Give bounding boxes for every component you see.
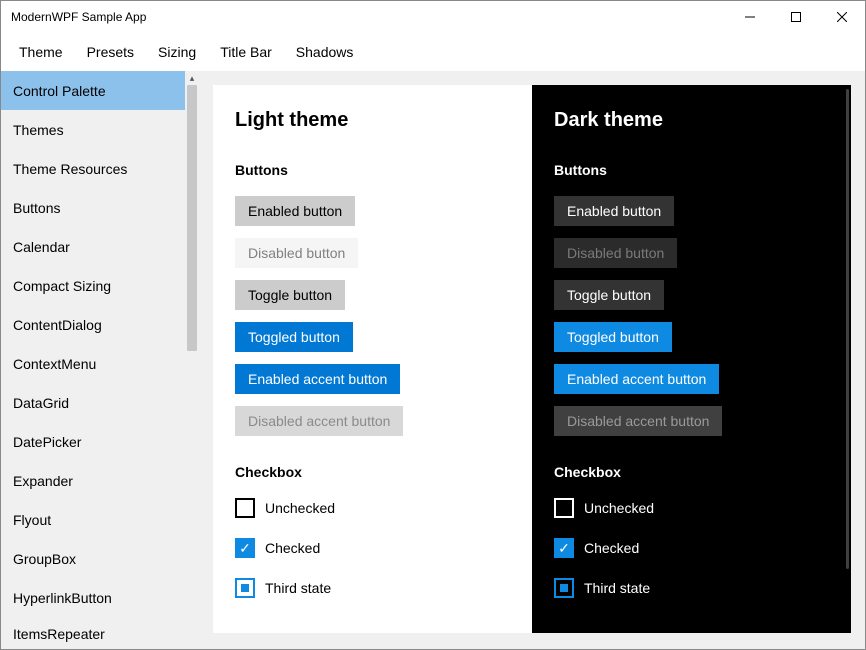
- sidebar-item-datagrid[interactable]: DataGrid: [1, 383, 185, 422]
- sidebar-item-themes[interactable]: Themes: [1, 110, 185, 149]
- menu-titlebar[interactable]: Title Bar: [208, 38, 284, 66]
- indeterminate-icon: [560, 584, 568, 592]
- titlebar[interactable]: ModernWPF Sample App: [1, 1, 865, 32]
- scroll-up-icon[interactable]: ▴: [185, 71, 199, 85]
- content-scrollbar[interactable]: [846, 89, 849, 569]
- dark-title: Dark theme: [554, 109, 831, 132]
- sidebar-item-buttons[interactable]: Buttons: [1, 188, 185, 227]
- sidebar-wrap: Control Palette Themes Theme Resources B…: [1, 71, 199, 649]
- sidebar-item-control-palette[interactable]: Control Palette: [1, 71, 185, 110]
- checkbox-label: Third state: [584, 580, 650, 596]
- content-card: Light theme Buttons Enabled button Disab…: [213, 85, 851, 633]
- checkbox-box-icon: [554, 578, 574, 598]
- checkbox-box-icon: [554, 498, 574, 518]
- dark-disabled-accent-button: Disabled accent button: [554, 406, 722, 436]
- menubar: Theme Presets Sizing Title Bar Shadows: [1, 32, 865, 71]
- menu-theme[interactable]: Theme: [7, 38, 75, 66]
- sidebar-item-contextmenu[interactable]: ContextMenu: [1, 344, 185, 383]
- light-disabled-button: Disabled button: [235, 238, 358, 268]
- menu-sizing[interactable]: Sizing: [146, 38, 208, 66]
- dark-buttons-heading: Buttons: [554, 162, 831, 178]
- sidebar-scrollbar[interactable]: ▴: [185, 71, 199, 649]
- check-icon: ✓: [558, 541, 570, 555]
- dark-theme-column: Dark theme Buttons Enabled button Disabl…: [532, 85, 851, 633]
- sidebar-item-flyout[interactable]: Flyout: [1, 500, 185, 539]
- sidebar-scroll: Control Palette Themes Theme Resources B…: [1, 71, 185, 647]
- dark-checkbox-stack: Unchecked ✓ Checked Third state: [554, 498, 831, 598]
- dark-disabled-button: Disabled button: [554, 238, 677, 268]
- light-title: Light theme: [235, 109, 512, 132]
- scroll-thumb[interactable]: [187, 85, 197, 351]
- light-disabled-accent-button: Disabled accent button: [235, 406, 403, 436]
- dark-enabled-button[interactable]: Enabled button: [554, 196, 674, 226]
- light-checkbox-checked[interactable]: ✓ Checked: [235, 538, 512, 558]
- dark-checkbox-heading: Checkbox: [554, 464, 831, 480]
- body: Control Palette Themes Theme Resources B…: [1, 71, 865, 649]
- light-checkbox-stack: Unchecked ✓ Checked Third state: [235, 498, 512, 598]
- sidebar-item-itemsrepeater[interactable]: ItemsRepeater: [1, 617, 185, 647]
- checkbox-box-icon: ✓: [554, 538, 574, 558]
- sidebar[interactable]: Control Palette Themes Theme Resources B…: [1, 71, 185, 649]
- sidebar-item-expander[interactable]: Expander: [1, 461, 185, 500]
- sidebar-item-datepicker[interactable]: DatePicker: [1, 422, 185, 461]
- checkbox-label: Checked: [265, 540, 320, 556]
- light-toggled-button[interactable]: Toggled button: [235, 322, 353, 352]
- dark-checkbox-thirdstate[interactable]: Third state: [554, 578, 831, 598]
- light-buttons-stack: Enabled button Disabled button Toggle bu…: [235, 196, 512, 436]
- checkbox-box-icon: [235, 578, 255, 598]
- maximize-button[interactable]: [773, 1, 819, 32]
- checkbox-box-icon: [235, 498, 255, 518]
- sidebar-item-groupbox[interactable]: GroupBox: [1, 539, 185, 578]
- dark-buttons-stack: Enabled button Disabled button Toggle bu…: [554, 196, 831, 436]
- dark-checkbox-unchecked[interactable]: Unchecked: [554, 498, 831, 518]
- light-enabled-accent-button[interactable]: Enabled accent button: [235, 364, 400, 394]
- close-button[interactable]: [819, 1, 865, 32]
- window-title: ModernWPF Sample App: [11, 10, 146, 24]
- light-toggle-button[interactable]: Toggle button: [235, 280, 345, 310]
- sidebar-item-compact-sizing[interactable]: Compact Sizing: [1, 266, 185, 305]
- dark-enabled-accent-button[interactable]: Enabled accent button: [554, 364, 719, 394]
- sidebar-item-hyperlinkbutton[interactable]: HyperlinkButton: [1, 578, 185, 617]
- maximize-icon: [791, 12, 801, 22]
- dark-toggle-button[interactable]: Toggle button: [554, 280, 664, 310]
- caption-buttons: [727, 1, 865, 32]
- light-checkbox-heading: Checkbox: [235, 464, 512, 480]
- menu-shadows[interactable]: Shadows: [284, 38, 366, 66]
- sidebar-item-theme-resources[interactable]: Theme Resources: [1, 149, 185, 188]
- sidebar-item-calendar[interactable]: Calendar: [1, 227, 185, 266]
- dark-checkbox-checked[interactable]: ✓ Checked: [554, 538, 831, 558]
- checkbox-label: Third state: [265, 580, 331, 596]
- minimize-button[interactable]: [727, 1, 773, 32]
- sidebar-item-contentdialog[interactable]: ContentDialog: [1, 305, 185, 344]
- close-icon: [837, 12, 847, 22]
- checkbox-label: Unchecked: [265, 500, 335, 516]
- checkbox-box-icon: ✓: [235, 538, 255, 558]
- content-area: Light theme Buttons Enabled button Disab…: [199, 71, 865, 649]
- light-theme-column: Light theme Buttons Enabled button Disab…: [213, 85, 532, 633]
- menu-presets[interactable]: Presets: [75, 38, 146, 66]
- light-checkbox-unchecked[interactable]: Unchecked: [235, 498, 512, 518]
- light-buttons-heading: Buttons: [235, 162, 512, 178]
- minimize-icon: [745, 12, 755, 22]
- light-enabled-button[interactable]: Enabled button: [235, 196, 355, 226]
- check-icon: ✓: [239, 541, 251, 555]
- app-window: ModernWPF Sample App Theme Presets Sizin…: [0, 0, 866, 650]
- checkbox-label: Checked: [584, 540, 639, 556]
- indeterminate-icon: [241, 584, 249, 592]
- dark-toggled-button[interactable]: Toggled button: [554, 322, 672, 352]
- checkbox-label: Unchecked: [584, 500, 654, 516]
- light-checkbox-thirdstate[interactable]: Third state: [235, 578, 512, 598]
